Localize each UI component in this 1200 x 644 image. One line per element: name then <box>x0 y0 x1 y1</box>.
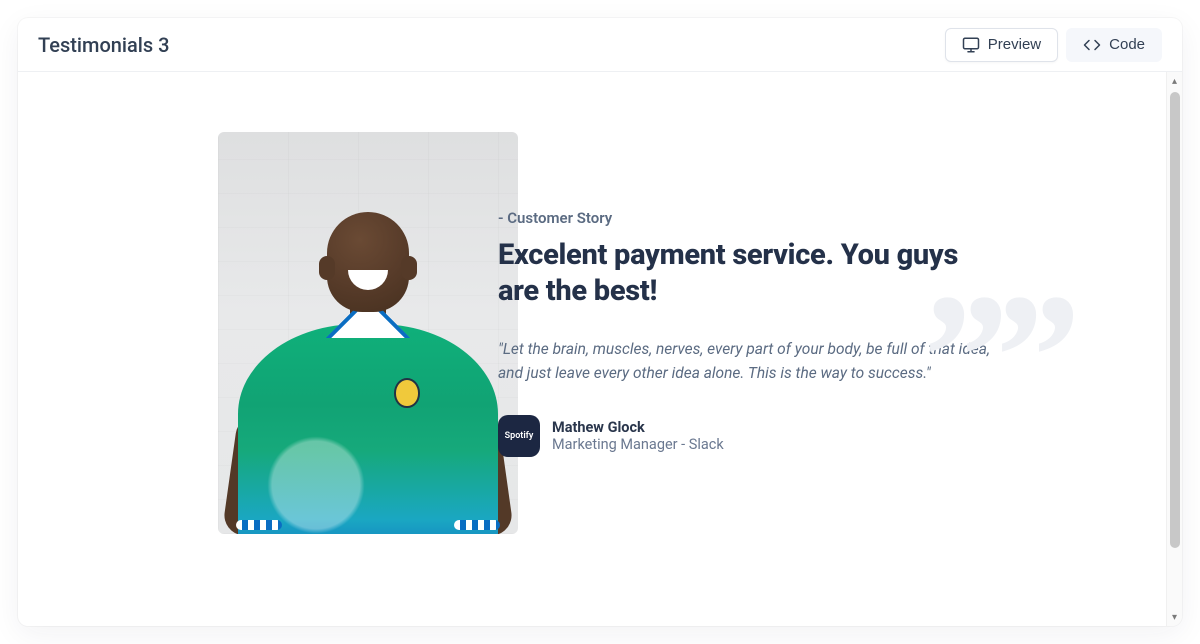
code-icon <box>1083 36 1101 54</box>
avatar: Spotify <box>498 415 540 457</box>
eyebrow-label: - Customer Story <box>498 209 998 227</box>
testimonial-photo <box>218 132 518 534</box>
preview-tab[interactable]: Preview <box>945 28 1058 62</box>
scroll-thumb[interactable] <box>1170 92 1180 548</box>
page-title: Testimonials 3 <box>38 33 170 57</box>
preview-canvas: - Customer Story Excelent payment servic… <box>18 72 1166 626</box>
view-toggle: Preview Code <box>945 28 1162 62</box>
author-name: Mathew Glock <box>552 419 724 436</box>
code-tab[interactable]: Code <box>1066 28 1162 62</box>
author-meta: Mathew Glock Marketing Manager - Slack <box>552 419 724 453</box>
photo-column <box>118 132 418 534</box>
testimonial-quote: "Let the brain, muscles, nerves, every p… <box>498 337 998 385</box>
component-preview-frame: Testimonials 3 Preview Code <box>18 18 1182 626</box>
scroll-track[interactable] <box>1167 90 1182 608</box>
topbar: Testimonials 3 Preview Code <box>18 18 1182 72</box>
scroll-up-icon[interactable]: ▴ <box>1167 72 1182 90</box>
content-wrap: - Customer Story Excelent payment servic… <box>18 72 1182 626</box>
person-illustration <box>238 204 498 534</box>
code-tab-label: Code <box>1109 36 1145 53</box>
monitor-icon <box>962 36 980 54</box>
testimonial-text: - Customer Story Excelent payment servic… <box>498 132 998 534</box>
testimonial-row: - Customer Story Excelent payment servic… <box>118 132 1066 534</box>
preview-scrollbar[interactable]: ▴ ▾ <box>1166 72 1182 626</box>
scroll-down-icon[interactable]: ▾ <box>1167 608 1182 626</box>
preview-tab-label: Preview <box>988 36 1041 53</box>
author-role: Marketing Manager - Slack <box>552 436 724 453</box>
